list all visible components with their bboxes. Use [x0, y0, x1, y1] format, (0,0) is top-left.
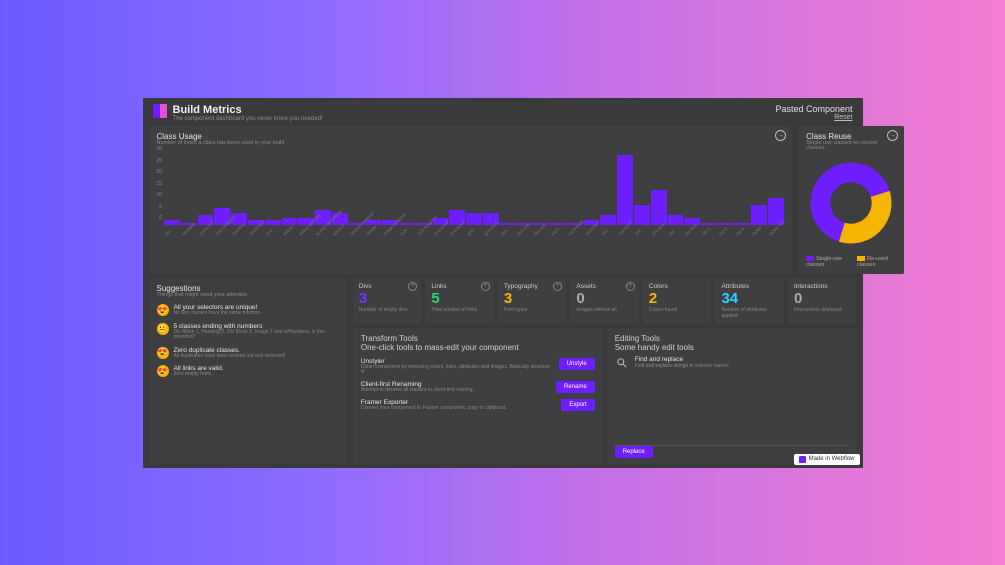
suggestion-item[interactable]: 😐5 classes ending with numbersDiv Block … — [157, 323, 339, 341]
metric-desc: Number of attributes applied — [721, 307, 778, 319]
chart-y-axis: 302520151050 — [157, 146, 163, 221]
panel-title: Transform Tools — [361, 334, 595, 343]
suggestion-desc: All duplicates have been worked out and … — [174, 354, 286, 360]
emoji-icon: 😐 — [157, 323, 169, 335]
expand-arrow-icon[interactable]: → — [887, 130, 898, 141]
suggestion-desc: No two classes have the same function. — [174, 311, 262, 317]
editing-tools-panel: Editing Tools Some handy edit tools Find… — [607, 328, 857, 464]
panel-subtitle: Single use classes vs reused classes — [806, 141, 896, 152]
metric-title: Interactions — [794, 283, 851, 290]
metric-card: Typography+3Font types — [498, 278, 567, 324]
chart-bar — [651, 190, 667, 225]
metric-value: 0 — [794, 290, 851, 307]
emoji-icon: 😍 — [157, 365, 169, 377]
suggestion-item[interactable]: 😍All links are valid.Zero empty hrefs. — [157, 365, 339, 378]
metric-title: Links — [431, 283, 488, 290]
replace-button[interactable]: Replace — [615, 446, 653, 458]
metric-desc: Font types — [504, 307, 561, 313]
class-reuse-donut — [806, 158, 896, 250]
metric-desc: Images without alt — [576, 307, 633, 313]
metric-card: Interactions0Interactions deployed — [788, 278, 857, 324]
transform-item: UnstylerClean component by removing colo… — [361, 358, 595, 375]
expand-plus-icon[interactable]: + — [553, 282, 562, 291]
tool-desc: Convert your component to Framer compone… — [361, 406, 507, 411]
reset-link[interactable]: Reset — [775, 114, 852, 121]
metric-title: Assets — [576, 283, 633, 290]
metric-card: Links+5Total number of links — [425, 278, 494, 324]
panel-title: Editing Tools — [615, 334, 849, 343]
chart-x-labels: divwrappercontainerhero-wrapperheadinghe… — [164, 227, 784, 238]
metric-desc: Colors found — [649, 307, 706, 313]
find-replace-sub: Find and replace strings in selector nam… — [635, 363, 849, 369]
app-title: Build Metrics — [173, 104, 323, 116]
rename-button[interactable]: Rename — [556, 381, 595, 393]
made-in-webflow-badge[interactable]: Made in Webflow — [794, 454, 860, 465]
transform-tools-panel: Transform Tools One-click tools to mass-… — [353, 328, 603, 464]
metric-card: Colors2Colors found — [643, 278, 712, 324]
suggestion-desc: Zero empty hrefs. — [174, 372, 224, 378]
metric-desc: Interactions deployed — [794, 307, 851, 313]
metric-title: Typography — [504, 283, 561, 290]
donut-legend: Single-use classes Re-used classes — [806, 256, 896, 268]
metric-value: 2 — [649, 290, 706, 307]
suggestion-item[interactable]: 😍Zero duplicate classes.All duplicates h… — [157, 347, 339, 360]
class-usage-chart — [164, 150, 784, 225]
chart-bar — [751, 205, 767, 225]
metrics-row: Divs+3Number of empty divsLinks+5Total n… — [353, 278, 857, 324]
class-reuse-panel: Class Reuse Single use classes vs reused… — [798, 126, 904, 274]
component-name: Pasted Component — [775, 104, 852, 114]
metric-title: Divs — [359, 283, 416, 290]
metric-title: Attributes — [721, 283, 778, 290]
find-replace-title: Find and replace — [635, 356, 849, 363]
metric-card: Divs+3Number of empty divs — [353, 278, 422, 324]
class-usage-panel: Class Usage Number of times a class has … — [149, 126, 793, 274]
header: Build Metrics The component dashboard yo… — [143, 98, 863, 126]
app-window: Build Metrics The component dashboard yo… — [143, 98, 863, 468]
expand-plus-icon[interactable]: + — [481, 282, 490, 291]
export-button[interactable]: Export — [561, 399, 594, 411]
suggestion-item[interactable]: 😍All your selectors are unique!No two cl… — [157, 304, 339, 317]
expand-plus-icon[interactable]: + — [626, 282, 635, 291]
suggestions-panel: Suggestions Things that might need your … — [149, 278, 347, 464]
metric-value: 0 — [576, 290, 633, 307]
metric-card: Attributes34Number of attributes applied — [715, 278, 784, 324]
metric-value: 34 — [721, 290, 778, 307]
badge-label: Made in Webflow — [809, 456, 855, 462]
metric-title: Colors — [649, 283, 706, 290]
metric-card: Assets+0Images without alt — [570, 278, 639, 324]
webflow-icon — [799, 456, 806, 463]
panel-subtitle: Things that might need your attention — [157, 293, 339, 299]
chart-bar — [634, 205, 650, 225]
expand-arrow-icon[interactable]: → — [775, 130, 786, 141]
metric-value: 3 — [504, 290, 561, 307]
app-subtitle: The component dashboard you never knew y… — [173, 116, 323, 122]
unstyle-button[interactable]: Unstyle — [559, 358, 595, 370]
metric-value: 5 — [431, 290, 488, 307]
emoji-icon: 😍 — [157, 347, 169, 359]
tool-desc: Clean component by removing colors, link… — [361, 365, 553, 375]
find-replace-input[interactable] — [615, 373, 849, 443]
transform-item: Framer ExporterConvert your component to… — [361, 399, 595, 411]
metric-desc: Number of empty divs — [359, 307, 416, 313]
metric-value: 3 — [359, 290, 416, 307]
transform-item: Client-first RenamingAttempt to rename a… — [361, 381, 595, 393]
panel-subtitle: Some handy edit tools — [615, 343, 849, 352]
expand-plus-icon[interactable]: + — [408, 282, 417, 291]
metric-desc: Total number of links — [431, 307, 488, 313]
app-logo — [153, 104, 167, 118]
chart-bar — [617, 155, 633, 225]
suggestion-desc: Div Block 1, Heading 2, Div Block 3, Ima… — [174, 330, 339, 341]
tool-desc: Attempt to rename all classes to client-… — [361, 388, 474, 393]
search-icon — [615, 356, 629, 370]
panel-subtitle: One-click tools to mass-edit your compon… — [361, 343, 595, 352]
emoji-icon: 😍 — [157, 304, 169, 316]
